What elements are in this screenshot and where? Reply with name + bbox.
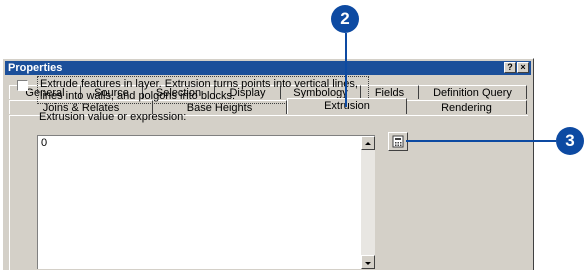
calculator-icon (392, 135, 404, 148)
callout-step-2: 2 (331, 5, 359, 33)
help-button[interactable]: ? (504, 62, 516, 73)
scroll-down-button[interactable] (361, 255, 375, 269)
textarea-scrollbar[interactable] (361, 136, 375, 269)
close-icon: × (520, 62, 526, 72)
scroll-up-button[interactable] (361, 136, 375, 150)
expression-value: 0 (41, 137, 48, 149)
tab-extrusion[interactable]: Extrusion (287, 98, 407, 114)
callout-step-3: 3 (556, 127, 584, 155)
arrow-down-icon (365, 262, 371, 265)
tab-fields[interactable]: Fields (361, 85, 419, 99)
title-bar[interactable]: Properties ? × (5, 61, 531, 75)
window-title: Properties (8, 62, 63, 74)
extrude-checkbox[interactable] (17, 80, 28, 91)
tab-rendering[interactable]: Rendering (407, 100, 527, 114)
arrow-up-icon (365, 142, 371, 145)
callout-2-leader (345, 33, 347, 107)
tab-definition-query[interactable]: Definition Query (419, 85, 527, 99)
expression-textarea[interactable]: 0 (37, 135, 375, 269)
callout-3-leader (406, 140, 556, 142)
expression-label: Extrusion value or expression: (39, 111, 187, 123)
expression-builder-button[interactable] (388, 132, 408, 151)
close-button[interactable]: × (517, 62, 529, 73)
